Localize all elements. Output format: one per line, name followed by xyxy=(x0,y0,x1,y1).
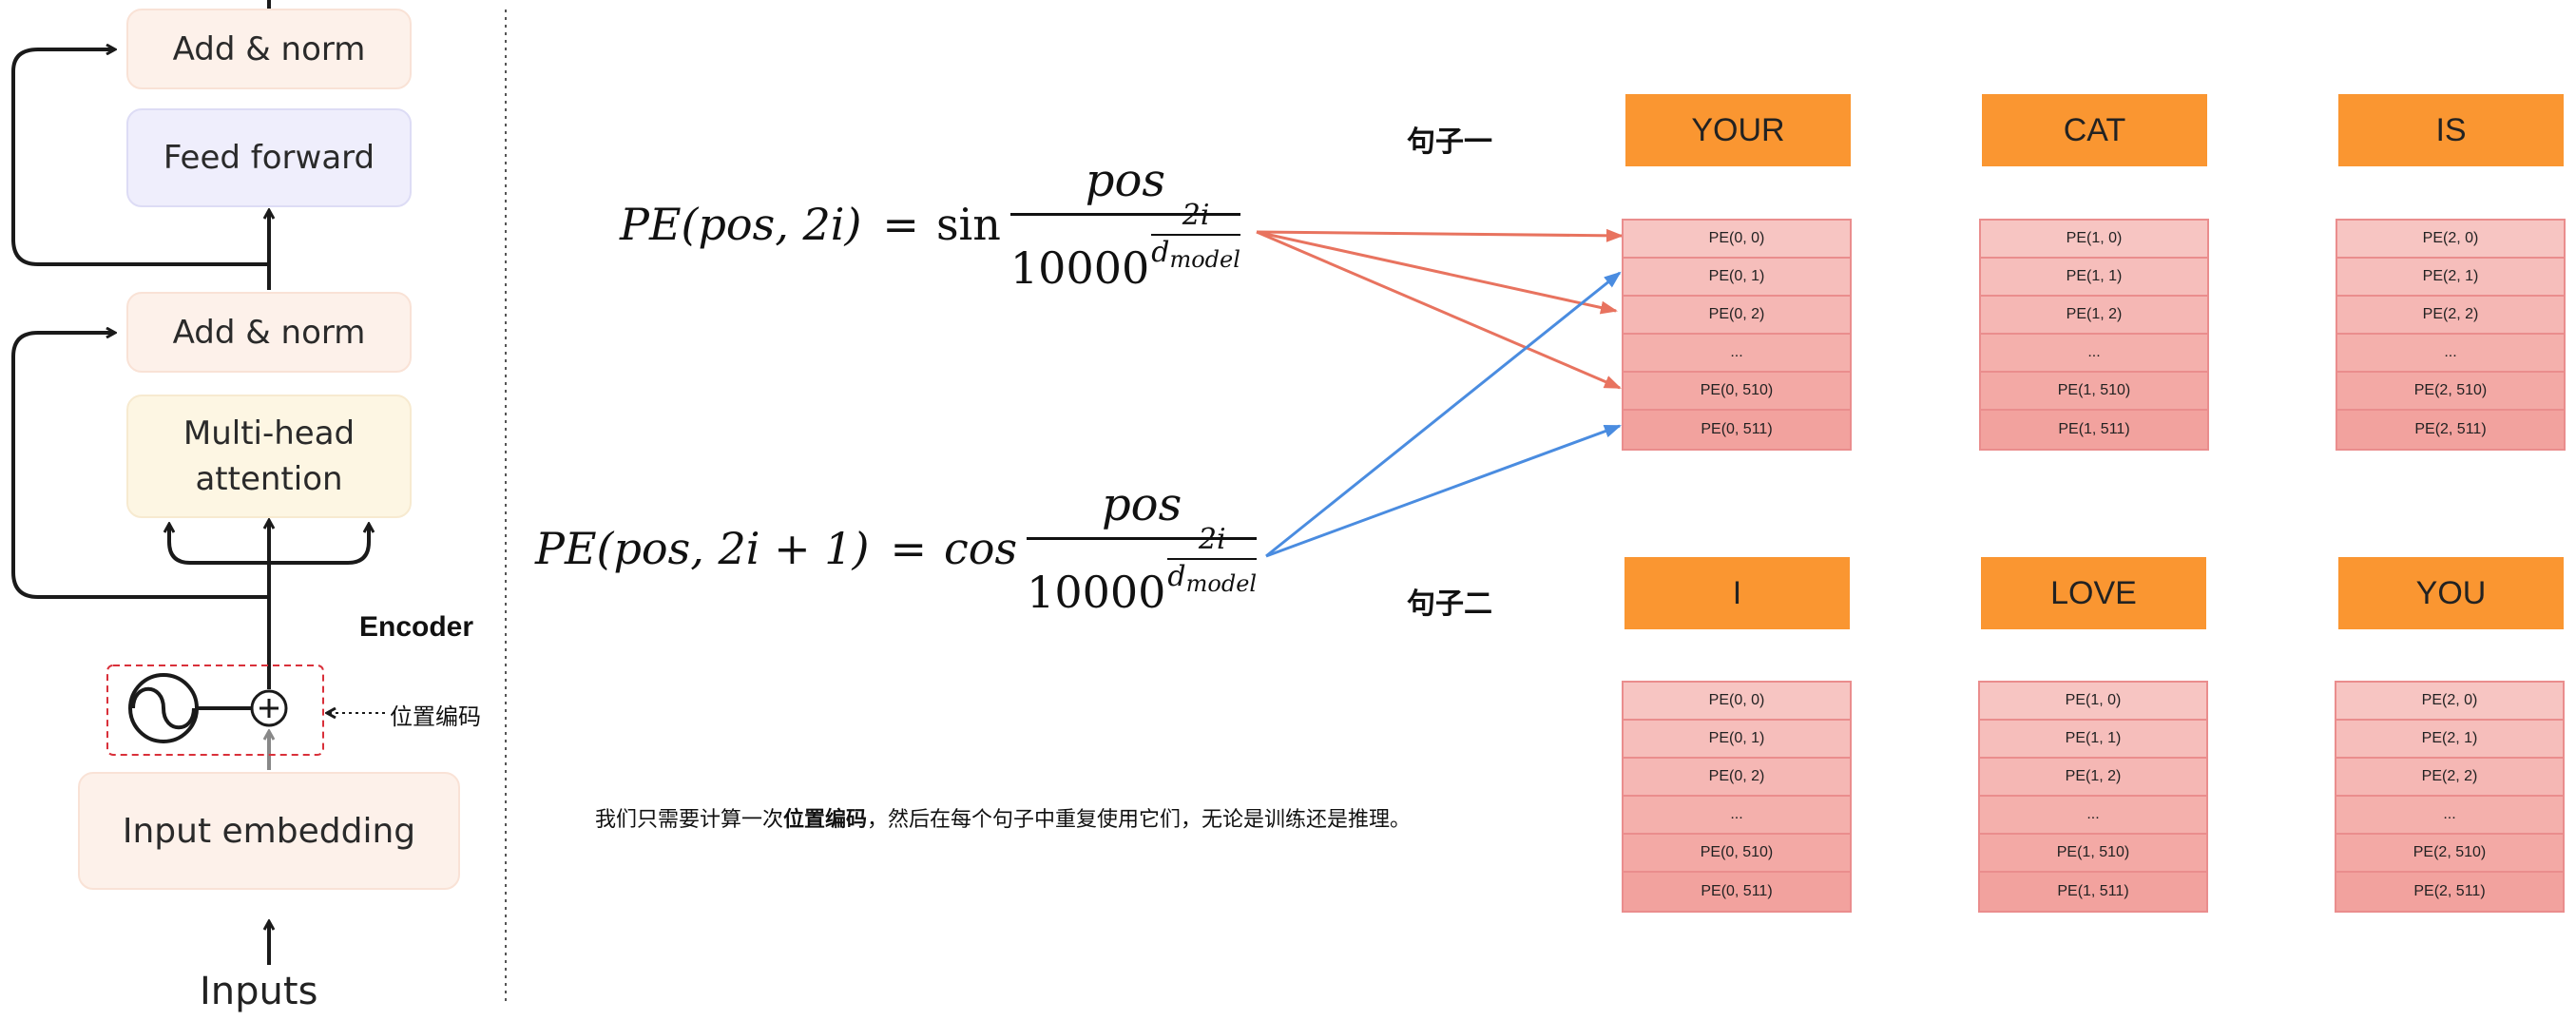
note-text-before: 我们只需要计算一次 xyxy=(595,808,784,832)
pe-cell: ... xyxy=(2337,335,2564,373)
word-i: I xyxy=(1624,557,1850,629)
pe-cell: PE(0, 1) xyxy=(1624,721,1850,759)
pe-cell: PE(1, 510) xyxy=(1981,373,2207,411)
sentence-2-label: 句子二 xyxy=(1407,588,1492,621)
pe-cell: PE(1, 511) xyxy=(1981,411,2207,449)
pe-cell: PE(2, 510) xyxy=(2337,373,2564,411)
pe-cell: ... xyxy=(2336,797,2563,835)
pe-table-s2-pos0: PE(0, 0) PE(0, 1) PE(0, 2) ... PE(0, 510… xyxy=(1622,681,1852,913)
sentence-1-label: 句子一 xyxy=(1407,125,1492,159)
note-text-bold: 位置编码 xyxy=(783,808,868,832)
cos-arrow-to-pe1 xyxy=(1265,271,1622,558)
pe-cell: PE(0, 0) xyxy=(1624,683,1850,721)
pe-cell: PE(2, 1) xyxy=(2336,721,2563,759)
pe-table-s1-pos0: PE(0, 0) PE(0, 1) PE(0, 2) ... PE(0, 510… xyxy=(1622,219,1852,451)
pe-cell: PE(2, 0) xyxy=(2336,683,2563,721)
pe-cell: PE(2, 510) xyxy=(2336,835,2563,873)
pe-cell: PE(1, 2) xyxy=(1980,759,2206,797)
pe-cell: PE(2, 2) xyxy=(2336,759,2563,797)
pe-cell: PE(1, 0) xyxy=(1980,683,2206,721)
pe-cell: PE(2, 511) xyxy=(2337,411,2564,449)
pe-cell: PE(2, 0) xyxy=(2337,221,2564,259)
word-you: YOU xyxy=(2338,557,2564,629)
pe-cell: PE(0, 511) xyxy=(1624,873,1850,911)
word-your: YOUR xyxy=(1625,94,1851,166)
pe-cell: PE(0, 2) xyxy=(1624,297,1850,335)
sin-arrow-to-pe510 xyxy=(1256,230,1622,390)
pe-cell: PE(0, 510) xyxy=(1624,373,1850,411)
sin-arrow-to-pe2 xyxy=(1256,230,1618,315)
pe-cell: ... xyxy=(1980,797,2206,835)
pe-cell: PE(1, 511) xyxy=(1980,873,2206,911)
pe-table-s2-pos1: PE(1, 0) PE(1, 1) PE(1, 2) ... PE(1, 510… xyxy=(1978,681,2208,913)
pe-cell: PE(0, 510) xyxy=(1624,835,1850,873)
pe-cell: PE(1, 0) xyxy=(1981,221,2207,259)
word-love: LOVE xyxy=(1981,557,2206,629)
pe-cell: ... xyxy=(1981,335,2207,373)
pe-cell: PE(1, 510) xyxy=(1980,835,2206,873)
word-cat: CAT xyxy=(1982,94,2207,166)
note-text-after: ，然后在每个句子中重复使用它们，无论是训练还是推理。 xyxy=(867,808,1412,832)
pe-cell: PE(1, 1) xyxy=(1981,259,2207,297)
pe-table-s2-pos2: PE(2, 0) PE(2, 1) PE(2, 2) ... PE(2, 510… xyxy=(2335,681,2565,913)
pe-cell: PE(0, 511) xyxy=(1624,411,1850,449)
sin-arrow-to-pe0 xyxy=(1256,228,1624,242)
pe-cell: PE(2, 1) xyxy=(2337,259,2564,297)
pe-cell: PE(1, 1) xyxy=(1980,721,2206,759)
pe-cell: PE(2, 511) xyxy=(2336,873,2563,911)
pe-cell: ... xyxy=(1624,797,1850,835)
pe-cell: PE(0, 2) xyxy=(1624,759,1850,797)
pe-table-s1-pos1: PE(1, 0) PE(1, 1) PE(1, 2) ... PE(1, 510… xyxy=(1979,219,2209,451)
word-is: IS xyxy=(2338,94,2564,166)
cos-arrow-to-pe511 xyxy=(1265,424,1622,558)
pe-cell: PE(2, 2) xyxy=(2337,297,2564,335)
pe-table-s1-pos2: PE(2, 0) PE(2, 1) PE(2, 2) ... PE(2, 510… xyxy=(2336,219,2566,451)
pe-cell: ... xyxy=(1624,335,1850,373)
explanation-note: 我们只需要计算一次位置编码，然后在每个句子中重复使用它们，无论是训练还是推理。 xyxy=(595,802,1411,833)
pe-cell: PE(0, 0) xyxy=(1624,221,1850,259)
pe-cell: PE(1, 2) xyxy=(1981,297,2207,335)
pe-cell: PE(0, 1) xyxy=(1624,259,1850,297)
